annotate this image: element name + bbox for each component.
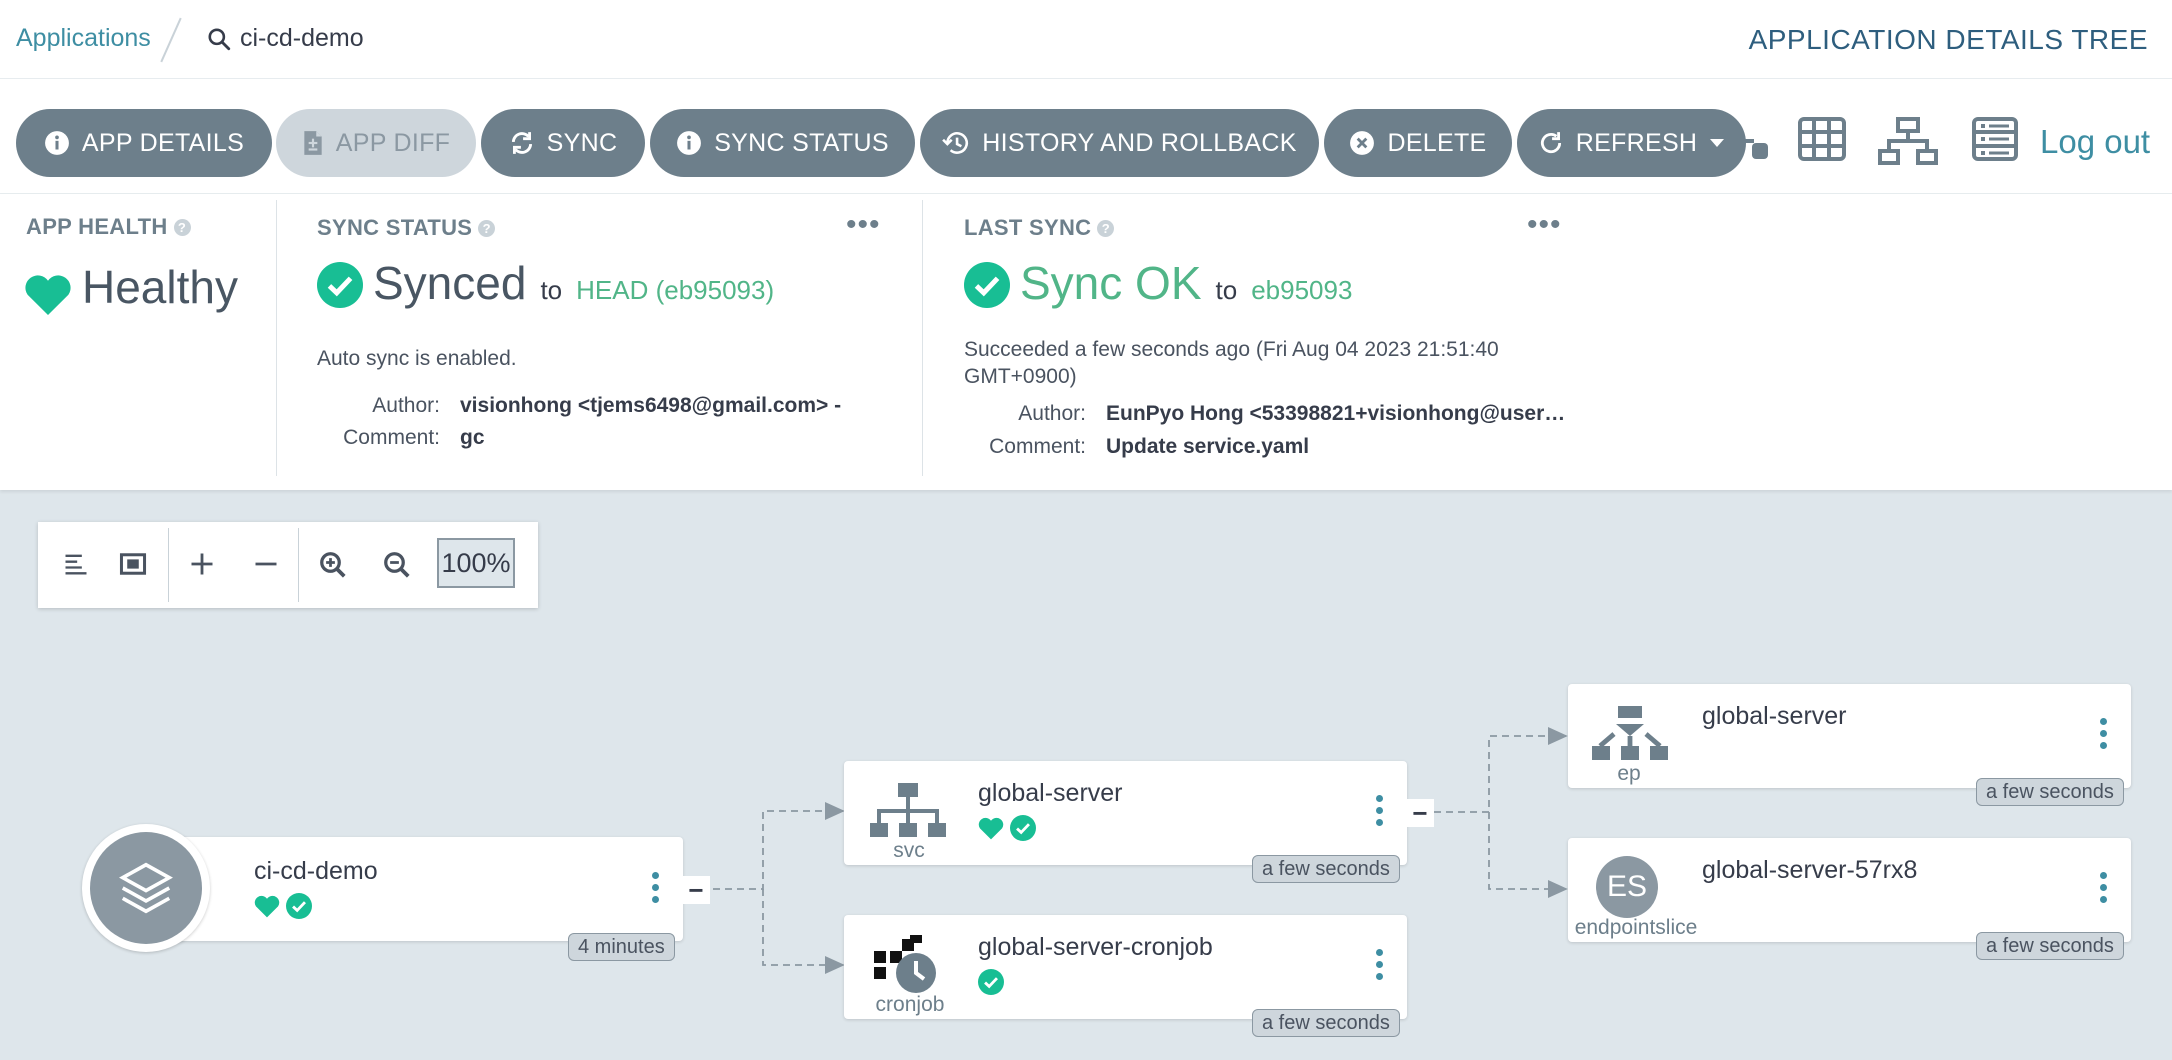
endpointslice-node[interactable]: ES endpointslice global-server-57rx8 a f… [1568,838,2131,960]
ep-node-age: a few seconds [1976,778,2124,806]
cronjob-node-name: global-server-cronjob [978,933,1213,961]
app-node-age: 4 minutes [568,933,675,961]
ep-node-menu-button[interactable] [2100,718,2108,754]
cronjob-icon [874,935,936,993]
endpointslice-node-menu-button[interactable] [2100,872,2108,908]
heart-icon [254,895,280,917]
cronjob-node-age: a few seconds [1252,1009,1400,1037]
svc-node-kind: svc [893,839,925,862]
ep-node-kind: ep [1617,762,1641,785]
cronjob-node-kind: cronjob [875,993,945,1016]
endpointslice-abbr-icon: ES [1596,856,1658,918]
layers-icon [119,862,173,914]
collapse-toggle[interactable]: − [1406,799,1434,827]
svc-node-status [978,815,1036,841]
check-circle-icon [286,893,312,919]
endpointslice-node-age: a few seconds [1976,932,2124,960]
ep-node[interactable]: ep global-server a few seconds [1568,684,2131,806]
app-node-name: ci-cd-demo [254,857,378,885]
endpointslice-node-name: global-server-57rx8 [1702,856,1918,884]
cronjob-node[interactable]: cronjob global-server-cronjob a few seco… [844,915,1407,1037]
endpointslice-node-kind: endpointslice [1574,916,1698,939]
check-circle-icon [978,969,1004,995]
svc-node-name: global-server [978,779,1123,807]
app-node[interactable]: ci-cd-demo 4 minutes [150,837,683,961]
collapse-toggle[interactable]: − [682,876,710,904]
app-node-avatar [82,824,210,952]
app-node-status [254,893,312,919]
svc-node-age: a few seconds [1252,855,1400,883]
hierarchy-icon [870,783,946,837]
endpoints-icon [1592,706,1668,760]
ep-node-name: global-server [1702,702,1847,730]
svc-node-menu-button[interactable] [1376,795,1384,831]
check-circle-icon [1010,815,1036,841]
svc-node[interactable]: svc global-server a few seconds [844,761,1407,883]
heart-icon [978,817,1004,839]
app-node-menu-button[interactable] [652,872,660,908]
cronjob-node-status [978,969,1004,995]
cronjob-node-menu-button[interactable] [1376,949,1384,985]
